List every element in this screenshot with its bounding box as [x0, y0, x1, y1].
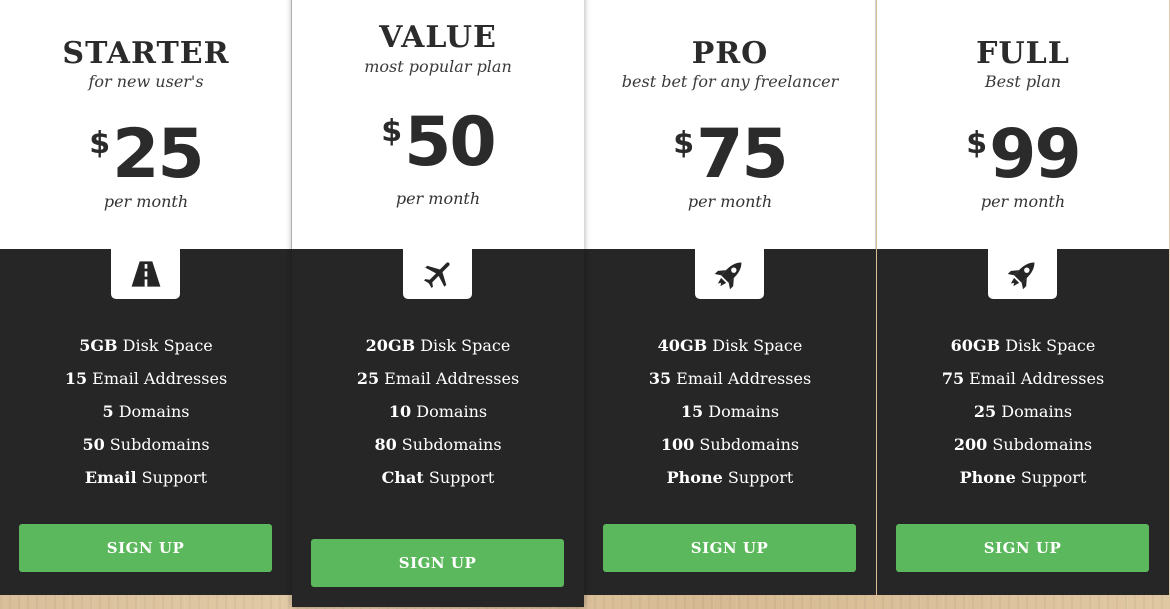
feature-email-addresses: 35 Email Addresses: [648, 369, 812, 388]
plan-tagline: for new user's: [88, 72, 204, 91]
feature-disk-space: 60GB Disk Space: [950, 336, 1096, 355]
rocket-icon: [1007, 262, 1034, 290]
plan-icon-badge: [403, 249, 472, 299]
feature-subdomains: 100 Subdomains: [660, 435, 800, 454]
rocket-icon: [714, 262, 741, 290]
plan-name: FULL: [976, 36, 1070, 71]
plan-header: FULL Best plan $99 per month: [877, 0, 1169, 249]
feature-domains: 15 Domains: [680, 402, 780, 421]
price-currency: $: [673, 126, 695, 161]
feature-email-addresses: 15 Email Addresses: [64, 369, 228, 388]
feature-subdomains: 200 Subdomains: [953, 435, 1093, 454]
price-amount: 25: [112, 115, 205, 194]
plan-name: STARTER: [62, 36, 230, 71]
plan-header: VALUE most popular plan $50 per month: [292, 0, 584, 249]
plan-tagline: Best plan: [984, 72, 1062, 91]
plan-header: STARTER for new user's $25 per month: [0, 0, 292, 249]
feature-support: Phone Support: [959, 468, 1087, 487]
plan-icon-badge: [695, 249, 764, 299]
plan-header: PRO best bet for any freelancer $75 per …: [584, 0, 876, 249]
sign-up-button-value[interactable]: SIGN UP: [311, 539, 564, 587]
price-currency: $: [966, 126, 988, 161]
feature-list: 5GB Disk Space 15 Email Addresses 5 Doma…: [0, 332, 292, 497]
feature-support: Email Support: [84, 468, 208, 487]
plan-name: PRO: [691, 36, 769, 71]
feature-subdomains: 80 Subdomains: [374, 435, 502, 454]
feature-email-addresses: 75 Email Addresses: [941, 369, 1105, 388]
feature-domains: 10 Domains: [388, 402, 488, 421]
divider: [875, 0, 876, 249]
plan-card-starter: STARTER for new user's $25 per month 5GB…: [0, 0, 292, 595]
feature-subdomains: 50 Subdomains: [82, 435, 210, 454]
plan-tagline: most popular plan: [364, 57, 512, 76]
feature-domains: 5 Domains: [102, 402, 190, 421]
feature-list: 40GB Disk Space 35 Email Addresses 15 Do…: [584, 332, 876, 497]
sign-up-button-full[interactable]: SIGN UP: [896, 524, 1149, 572]
plan-price: $75: [584, 116, 876, 194]
price-currency: $: [89, 126, 111, 161]
plan-card-pro: PRO best bet for any freelancer $75 per …: [584, 0, 876, 595]
price-currency: $: [381, 114, 403, 149]
plan-price: $99: [877, 116, 1169, 194]
price-amount: 50: [404, 103, 497, 182]
plan-name: VALUE: [379, 20, 497, 55]
plan-icon-badge: [988, 249, 1057, 299]
plan-card-full: FULL Best plan $99 per month 60GB Disk S…: [877, 0, 1169, 595]
plan-card-value: VALUE most popular plan $50 per month 20…: [292, 0, 584, 607]
feature-list: 20GB Disk Space 25 Email Addresses 10 Do…: [292, 332, 584, 497]
road-icon: [131, 261, 160, 287]
price-amount: 75: [696, 115, 789, 194]
sign-up-button-starter[interactable]: SIGN UP: [19, 524, 272, 572]
plane-icon: [423, 262, 450, 289]
feature-disk-space: 5GB Disk Space: [79, 336, 213, 355]
price-period: per month: [103, 192, 189, 211]
plan-icon-badge: [111, 249, 180, 299]
feature-support: Phone Support: [666, 468, 794, 487]
feature-disk-space: 20GB Disk Space: [365, 336, 511, 355]
price-amount: 99: [989, 115, 1082, 194]
price-period: per month: [687, 192, 773, 211]
plan-tagline: best bet for any freelancer: [621, 72, 839, 91]
plan-price: $50: [292, 104, 584, 182]
sign-up-button-pro[interactable]: SIGN UP: [603, 524, 856, 572]
feature-disk-space: 40GB Disk Space: [657, 336, 803, 355]
feature-list: 60GB Disk Space 75 Email Addresses 25 Do…: [877, 332, 1169, 497]
feature-email-addresses: 25 Email Addresses: [356, 369, 520, 388]
feature-domains: 25 Domains: [973, 402, 1073, 421]
feature-support: Chat Support: [381, 468, 495, 487]
price-period: per month: [980, 192, 1066, 211]
plan-price: $25: [0, 116, 292, 194]
price-period: per month: [395, 189, 481, 208]
